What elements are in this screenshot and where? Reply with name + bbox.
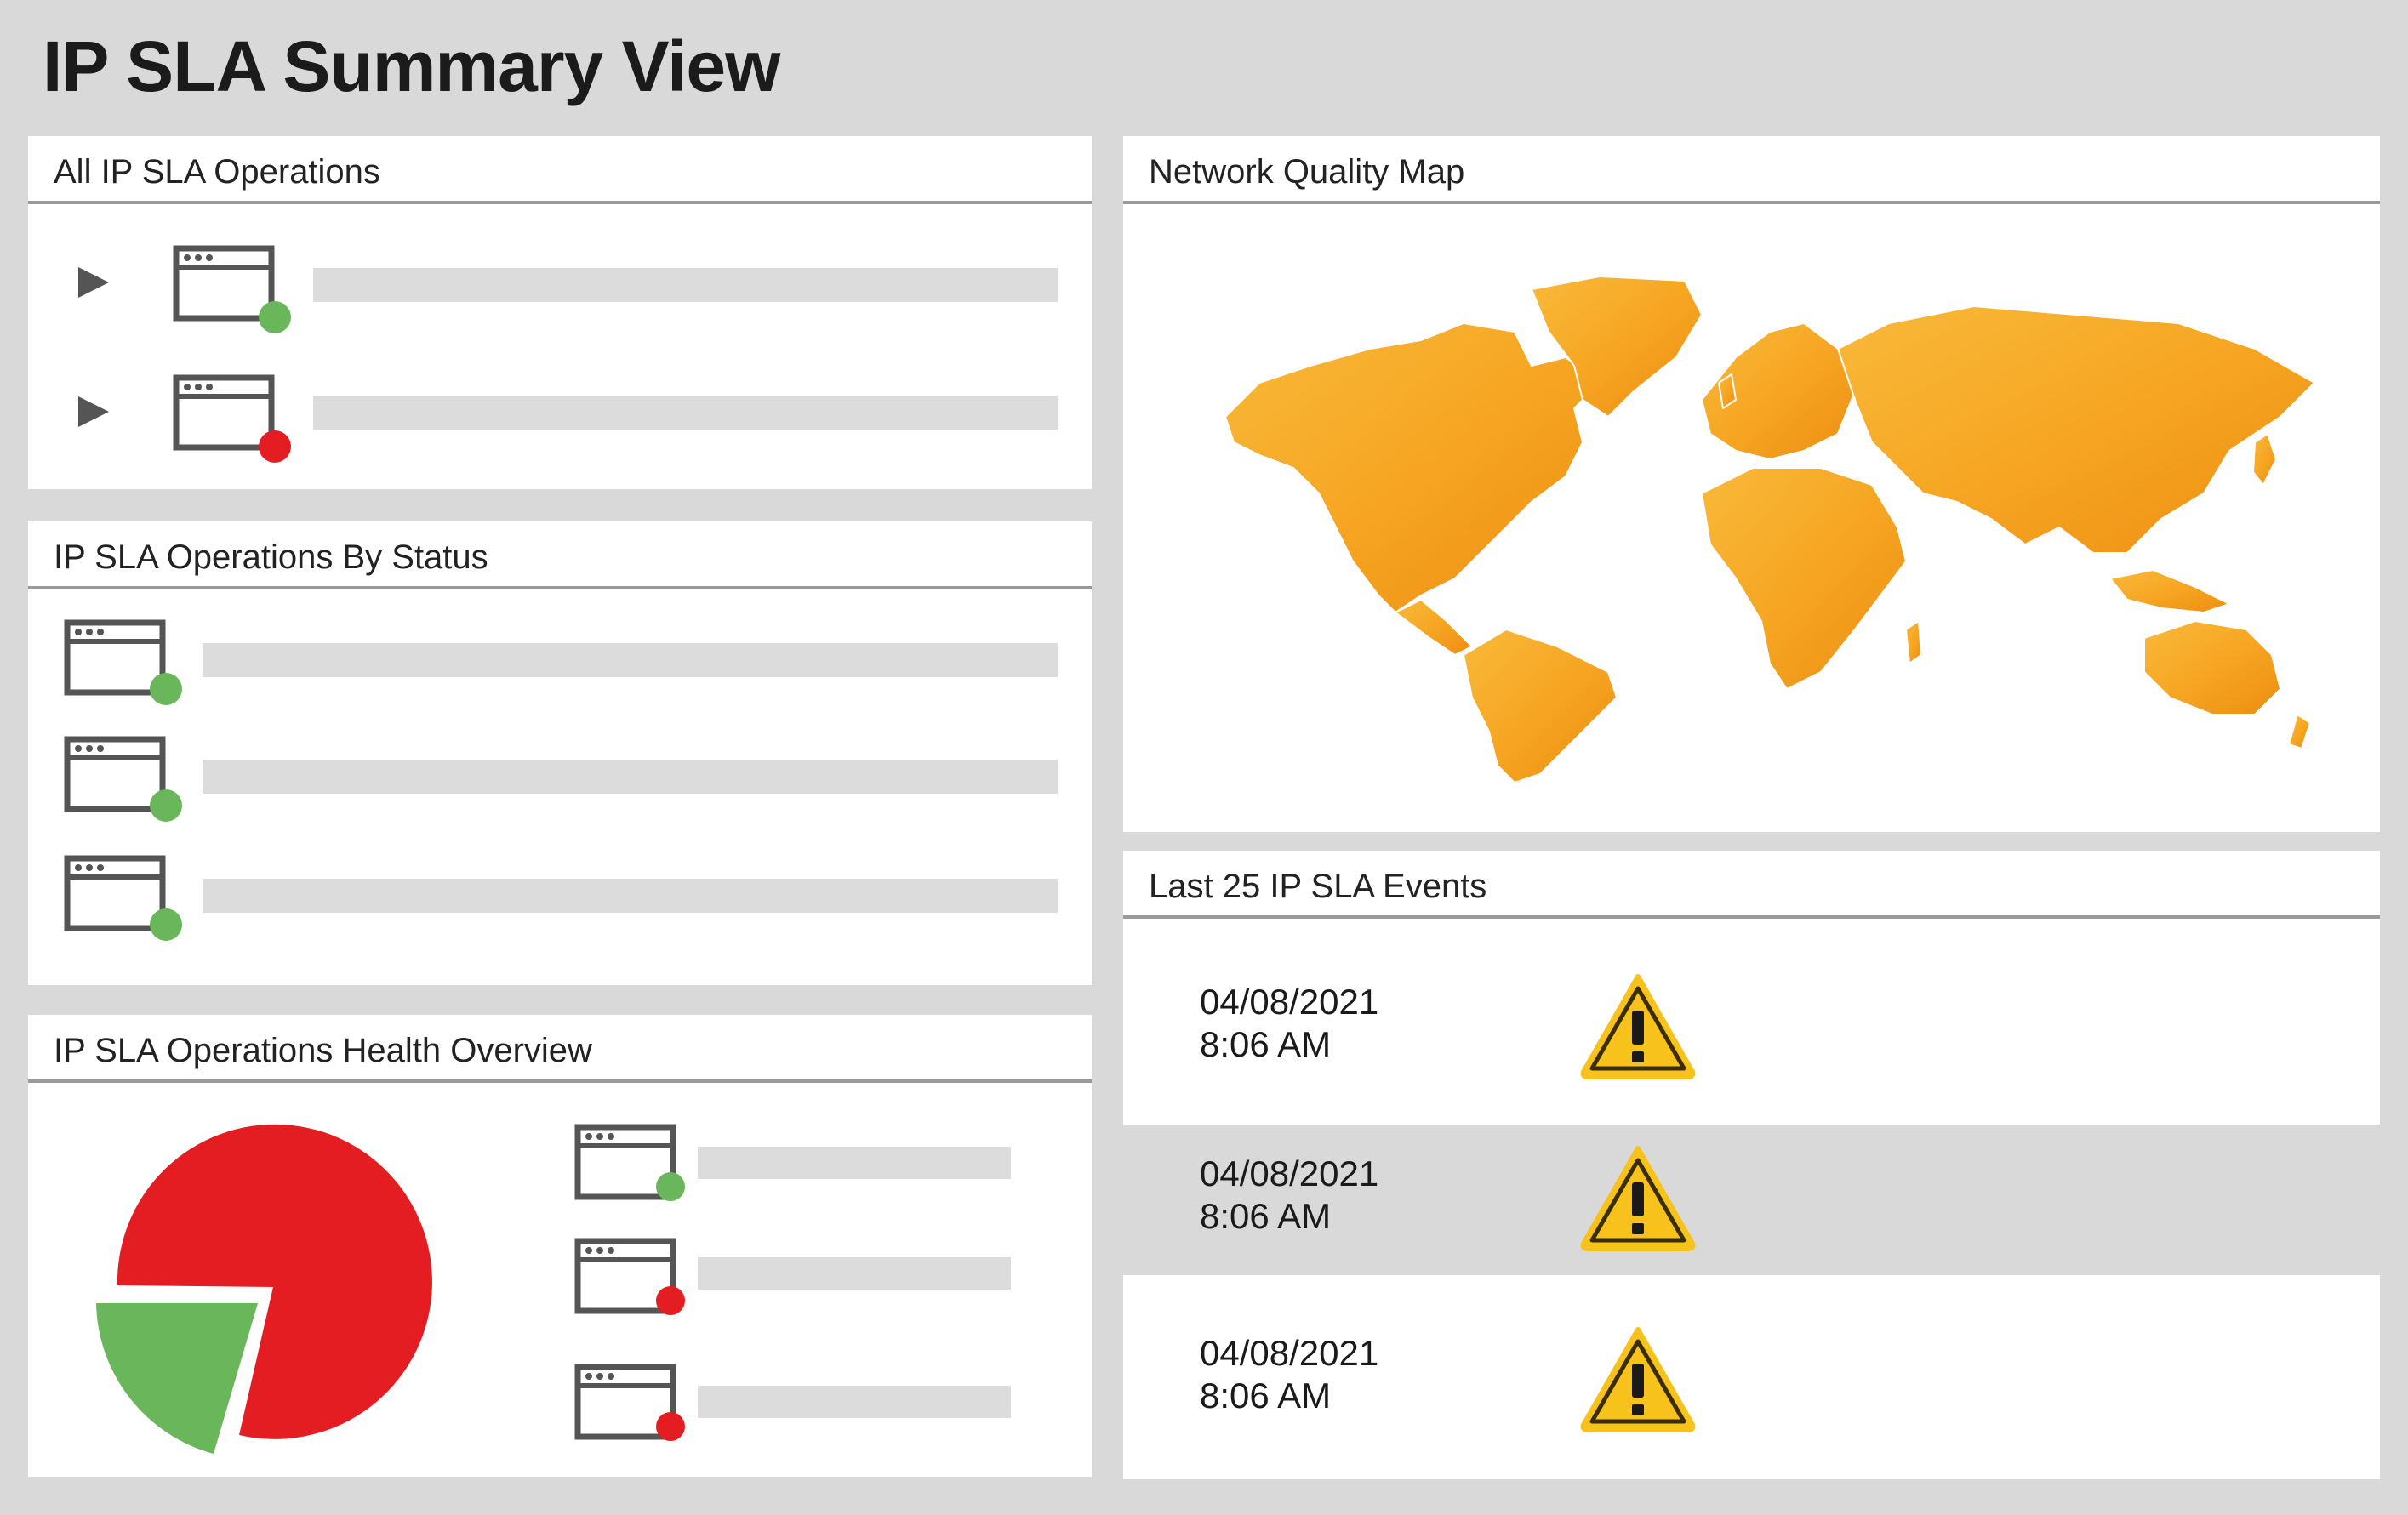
operation-window-icon [64, 855, 182, 941]
status-down-icon [656, 1286, 685, 1315]
panel-title: All IP SLA Operations [54, 153, 380, 191]
event-date: 04/08/2021 [1200, 1153, 1379, 1193]
panel-title: Network Quality Map [1149, 153, 1465, 191]
operation-placeholder-bar[interactable] [313, 268, 1058, 302]
divider [28, 201, 1092, 204]
warning-icon [1578, 1324, 1698, 1435]
page-title: IP SLA Summary View [43, 26, 780, 106]
japan [2252, 433, 2277, 486]
southeast-asia [2109, 569, 2230, 613]
panel-header: Last 25 IP SLA Events [1123, 851, 2380, 919]
panel-all-operations: All IP SLA Operations [28, 136, 1092, 489]
panel-operations-by-status: IP SLA Operations By Status [28, 521, 1092, 985]
panel-title: IP SLA Operations Health Overview [54, 1032, 592, 1069]
panel-title: Last 25 IP SLA Events [1149, 868, 1487, 905]
operation-window-icon [574, 1238, 685, 1323]
expand-arrow-icon[interactable] [75, 393, 112, 430]
panel-title: IP SLA Operations By Status [54, 538, 488, 576]
event-timestamp: 04/08/2021 8:06 AM [1200, 981, 1378, 1066]
australia [2143, 620, 2281, 715]
status-up-icon [150, 673, 182, 705]
operation-window-icon [173, 374, 291, 463]
central-america [1395, 599, 1473, 656]
operation-window-icon [64, 619, 182, 705]
warning-icon [1578, 1143, 1698, 1254]
event-time: 8:06 AM [1200, 1024, 1332, 1064]
divider [28, 1079, 1092, 1083]
status-placeholder-bar[interactable] [203, 879, 1058, 913]
health-placeholder-bar[interactable] [698, 1386, 1011, 1418]
status-up-icon [150, 908, 182, 941]
operation-window-icon [574, 1364, 685, 1449]
divider [1123, 201, 2380, 204]
event-time: 8:06 AM [1200, 1375, 1332, 1415]
divider [28, 586, 1092, 589]
event-row[interactable]: 04/08/2021 8:06 AM [1123, 1275, 2380, 1479]
panel-health-overview: IP SLA Operations Health Overview [28, 1015, 1092, 1477]
new-zealand [2288, 714, 2311, 749]
world-map[interactable] [1208, 272, 2331, 783]
expand-arrow-icon[interactable] [75, 264, 112, 301]
event-time: 8:06 AM [1200, 1196, 1332, 1236]
madagascar [1905, 620, 1922, 664]
status-up-icon [259, 301, 291, 333]
north-america [1224, 322, 1601, 613]
africa [1701, 467, 1907, 690]
panel-network-quality-map: Network Quality Map [1123, 136, 2380, 832]
event-timestamp: 04/08/2021 8:06 AM [1200, 1153, 1378, 1238]
event-timestamp: 04/08/2021 8:06 AM [1200, 1332, 1378, 1417]
status-up-icon [656, 1172, 685, 1201]
status-down-icon [259, 430, 291, 463]
status-up-icon [150, 789, 182, 822]
asia [1837, 305, 2315, 554]
warning-icon [1578, 971, 1698, 1082]
event-date: 04/08/2021 [1200, 1333, 1379, 1373]
operation-window-icon [173, 245, 291, 333]
south-america [1463, 629, 1618, 783]
status-placeholder-bar[interactable] [203, 760, 1058, 794]
event-date: 04/08/2021 [1200, 982, 1379, 1022]
panel-last-events: Last 25 IP SLA Events 04/08/2021 8:06 AM… [1123, 851, 2380, 1480]
health-placeholder-bar[interactable] [698, 1257, 1011, 1290]
operation-window-icon [64, 736, 182, 822]
operation-window-icon [574, 1124, 685, 1209]
health-pie-chart[interactable] [62, 1108, 454, 1466]
operation-placeholder-bar[interactable] [313, 396, 1058, 430]
event-row[interactable]: 04/08/2021 8:06 AM [1123, 1125, 2380, 1275]
status-placeholder-bar[interactable] [203, 643, 1058, 677]
status-down-icon [656, 1412, 685, 1441]
pie-slice-up [96, 1303, 258, 1454]
health-placeholder-bar[interactable] [698, 1147, 1011, 1179]
event-row[interactable]: 04/08/2021 8:06 AM [1123, 919, 2380, 1125]
